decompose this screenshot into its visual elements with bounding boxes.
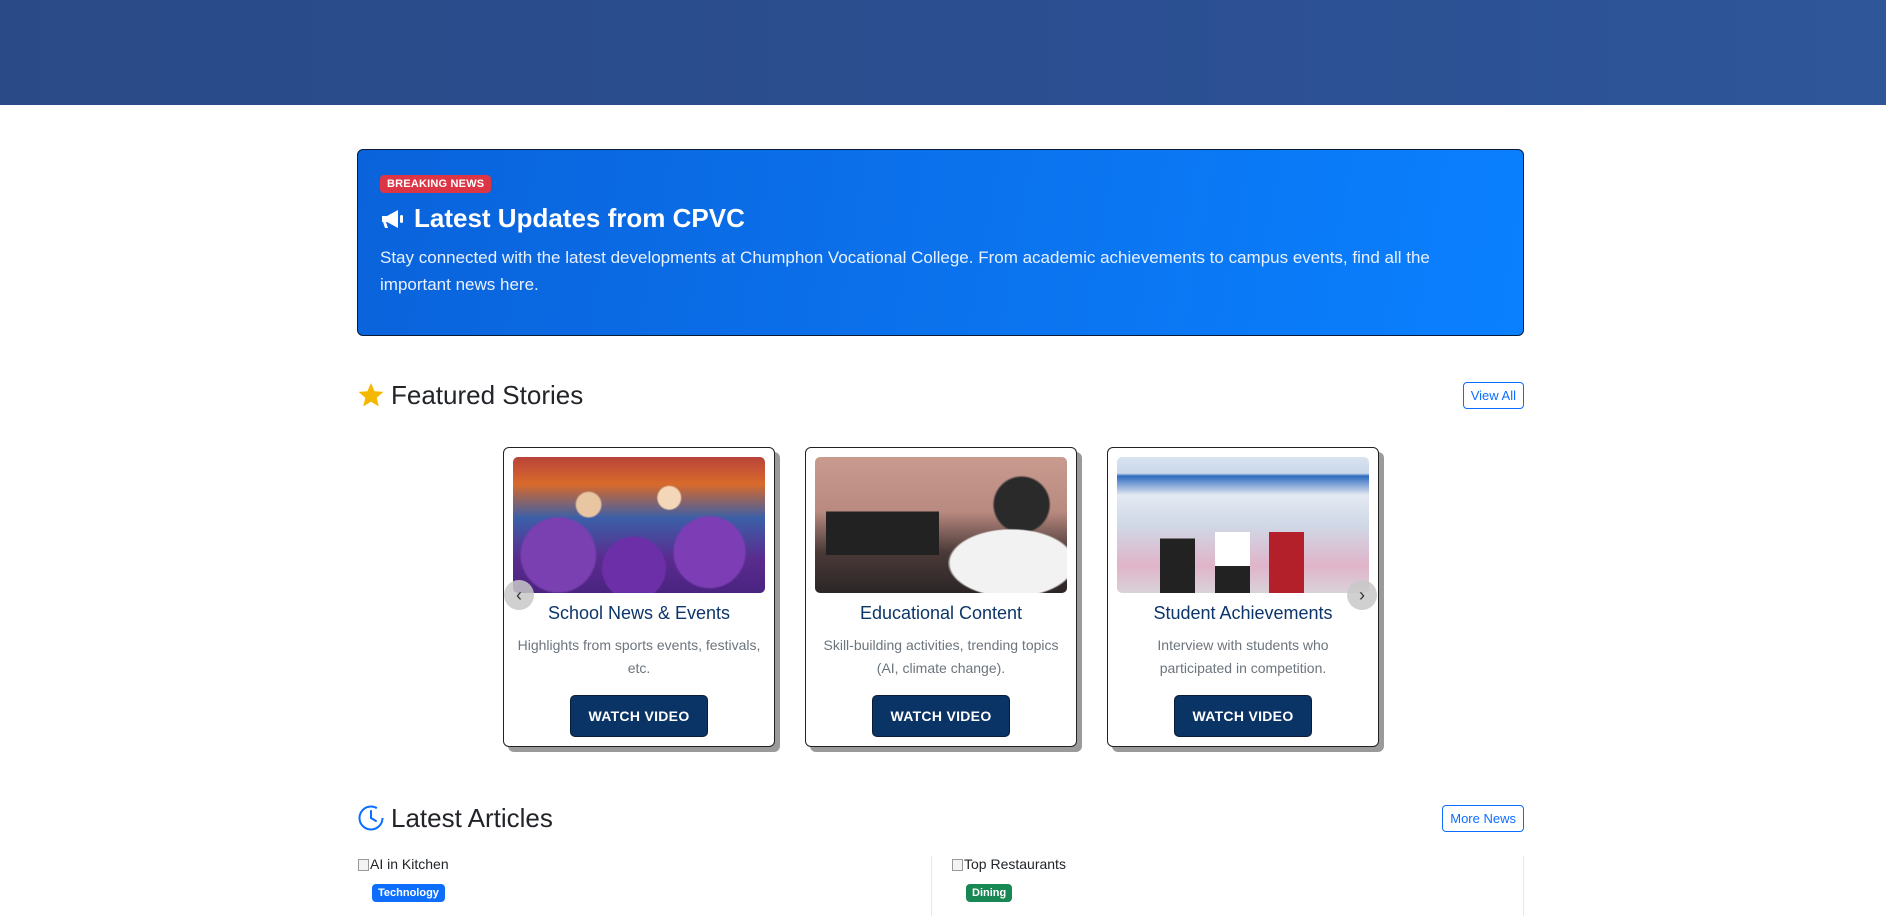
article-image: Top Restaurants — [951, 856, 1523, 872]
star-icon — [358, 383, 384, 407]
featured-stories-title-text: Featured Stories — [391, 379, 584, 410]
breaking-news-hero: BREAKING NEWS Latest Updates from CPVC S… — [357, 149, 1524, 336]
article-image: AI in Kitchen — [357, 856, 931, 872]
megaphone-icon — [382, 209, 403, 228]
article-image-alt: Top Restaurants — [964, 856, 1066, 872]
story-card-school-news: School News & Events Highlights from spo… — [503, 447, 775, 747]
clock-icon — [358, 805, 384, 831]
top-banner — [0, 0, 1886, 105]
story-description: Interview with students who participated… — [1157, 637, 1329, 676]
latest-articles-title: Latest Articles — [357, 803, 553, 834]
carousel-prev-button[interactable]: ‹ — [504, 580, 534, 610]
article-card[interactable]: AI in Kitchen Technology — [357, 856, 932, 916]
featured-stories-title: Featured Stories — [357, 380, 583, 411]
chevron-left-icon: ‹ — [516, 584, 522, 605]
more-news-button[interactable]: More News — [1442, 804, 1524, 832]
story-description: Skill-building activities, trending topi… — [823, 637, 1059, 676]
hero-title: Latest Updates from CPVC — [380, 203, 1501, 234]
watch-video-button[interactable]: WATCH VIDEO — [872, 695, 1010, 737]
latest-articles-title-text: Latest Articles — [391, 802, 553, 833]
story-title: Educational Content — [859, 603, 1023, 623]
article-image-alt: AI in Kitchen — [370, 856, 449, 872]
story-image-school-news — [513, 457, 765, 593]
story-description: Highlights from sports events, festivals… — [517, 637, 761, 676]
watch-video-button[interactable]: WATCH VIDEO — [1174, 695, 1312, 737]
latest-articles-header: Latest Articles More News — [357, 798, 1524, 838]
article-category-badge: Dining — [966, 884, 1013, 902]
hero-description: Stay connected with the latest developme… — [380, 248, 1430, 294]
broken-image-icon — [951, 857, 963, 871]
breaking-news-badge: BREAKING NEWS — [380, 175, 492, 193]
view-all-button[interactable]: View All — [1462, 381, 1524, 409]
featured-stories-header: Featured Stories View All — [357, 375, 1524, 415]
latest-articles-list: AI in Kitchen Technology Top Restaurants… — [357, 856, 1524, 916]
story-image-educational-content — [815, 457, 1067, 593]
story-title: Student Achievements — [1153, 603, 1333, 623]
story-image-student-achievements — [1117, 457, 1369, 593]
story-title: School News & Events — [547, 603, 731, 623]
article-category-badge: Technology — [372, 884, 445, 902]
watch-video-button[interactable]: WATCH VIDEO — [570, 695, 708, 737]
broken-image-icon — [357, 857, 369, 871]
story-card-educational-content: Educational Content Skill-building activ… — [805, 447, 1077, 747]
featured-carousel: School News & Events Highlights from spo… — [503, 447, 1380, 750]
chevron-right-icon: › — [1359, 584, 1365, 605]
hero-title-text: Latest Updates from CPVC — [414, 203, 745, 233]
carousel-next-button[interactable]: › — [1347, 580, 1377, 610]
story-card-student-achievements: Student Achievements Interview with stud… — [1107, 447, 1379, 747]
article-card[interactable]: Top Restaurants Dining — [951, 856, 1524, 916]
